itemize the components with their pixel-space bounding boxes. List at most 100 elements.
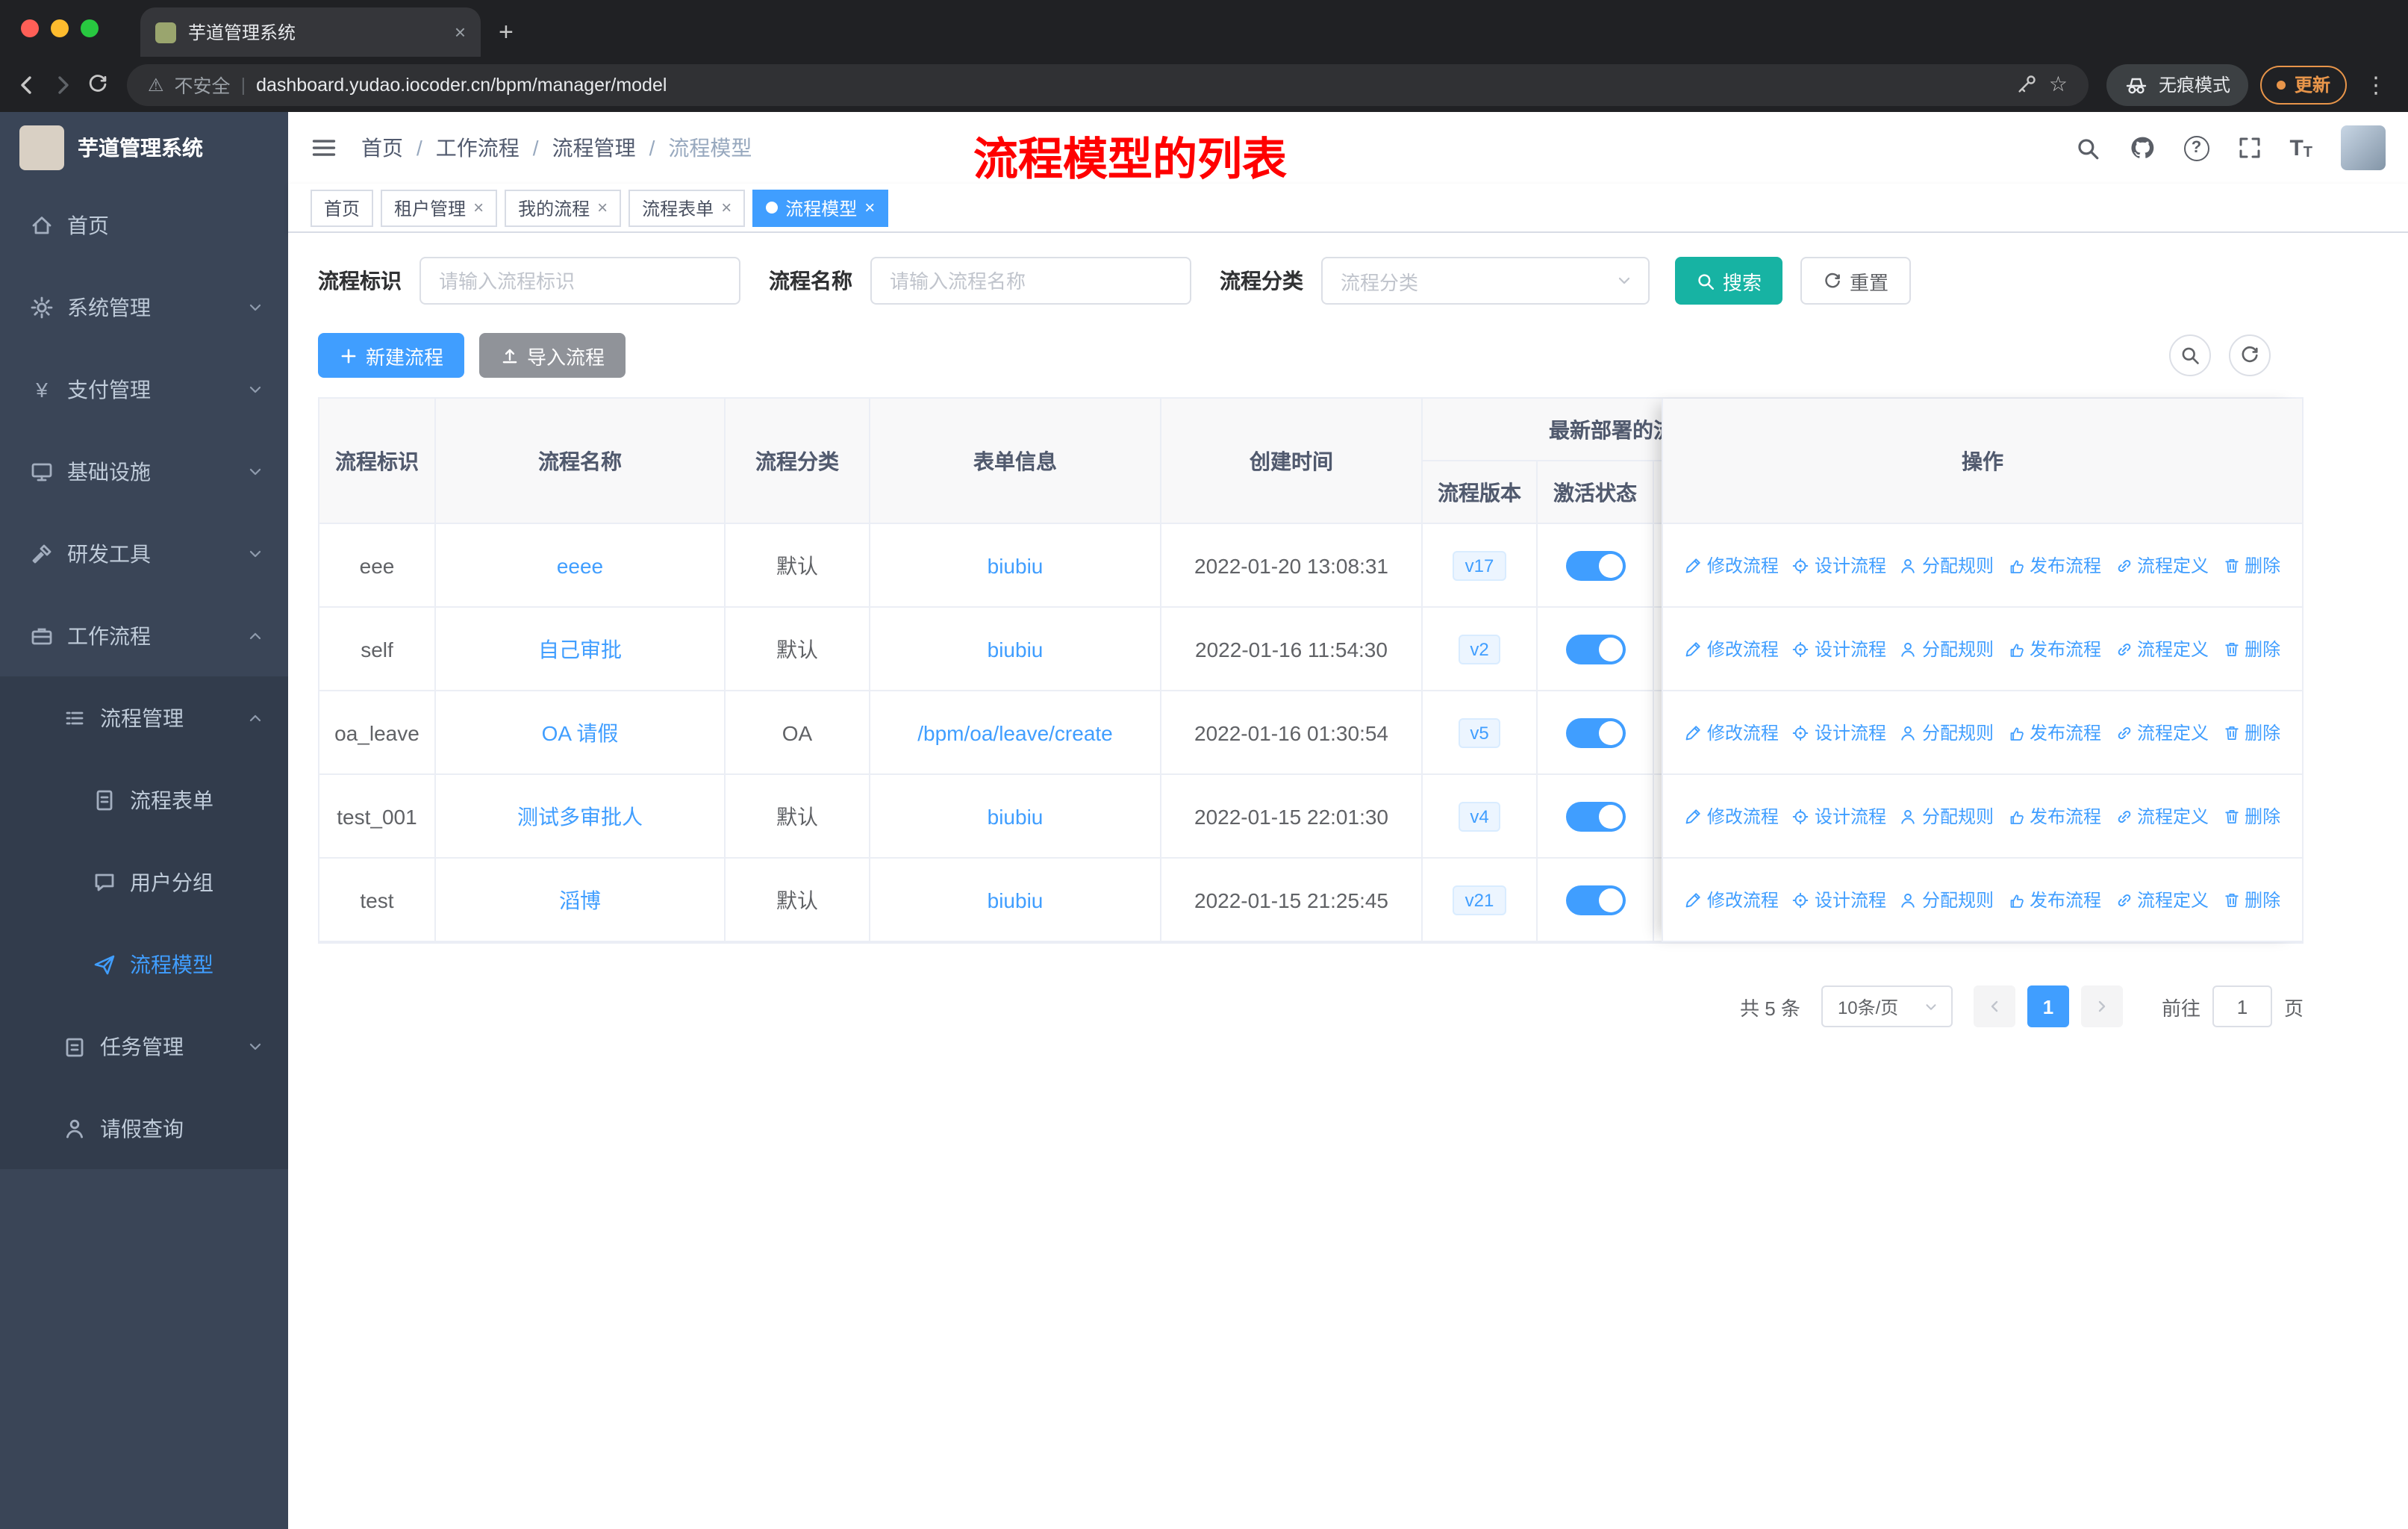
form-link[interactable]: biubiu — [988, 553, 1044, 577]
github-icon[interactable] — [2128, 134, 2155, 161]
form-link[interactable]: biubiu — [988, 804, 1044, 828]
reset-button[interactable]: 重置 — [1800, 257, 1912, 305]
font-size-icon[interactable]: TT — [2289, 135, 2312, 161]
process-definition-link[interactable]: 流程定义 — [2115, 887, 2209, 912]
process-definition-link[interactable]: 流程定义 — [2115, 803, 2209, 829]
minimize-window-button[interactable] — [51, 19, 69, 37]
window-controls[interactable] — [0, 0, 119, 57]
sidebar-item-user-group[interactable]: 用户分组 — [0, 841, 288, 923]
delete-link[interactable]: 删除 — [2222, 720, 2280, 745]
design-process-link[interactable]: 设计流程 — [1792, 803, 1886, 829]
sidebar-collapse-icon[interactable] — [311, 134, 337, 161]
publish-process-link[interactable]: 发布流程 — [2007, 552, 2101, 578]
delete-link[interactable]: 删除 — [2222, 552, 2280, 578]
publish-process-link[interactable]: 发布流程 — [2007, 887, 2101, 912]
sidebar-item-process-management[interactable]: 流程管理 — [0, 676, 288, 759]
create-process-button[interactable]: 新建流程 — [318, 333, 465, 378]
goto-page-input[interactable] — [2212, 985, 2272, 1027]
forward-icon[interactable] — [51, 72, 75, 96]
active-toggle[interactable] — [1565, 885, 1625, 915]
delete-link[interactable]: 删除 — [2222, 803, 2280, 829]
modify-process-link[interactable]: 修改流程 — [1685, 636, 1779, 661]
assign-rule-link[interactable]: 分配规则 — [1900, 552, 1994, 578]
sidebar-item-system[interactable]: 系统管理 — [0, 266, 288, 348]
breadcrumb-workflow[interactable]: 工作流程 — [436, 133, 552, 163]
maximize-window-button[interactable] — [81, 19, 99, 37]
delete-link[interactable]: 删除 — [2222, 887, 2280, 912]
assign-rule-link[interactable]: 分配规则 — [1900, 887, 1994, 912]
form-link[interactable]: biubiu — [988, 888, 1044, 912]
close-icon[interactable]: × — [597, 197, 608, 218]
tag-tenant[interactable]: 租户管理 × — [381, 189, 498, 226]
modify-process-link[interactable]: 修改流程 — [1685, 552, 1779, 578]
model-name-link[interactable]: OA 请假 — [542, 717, 619, 747]
active-toggle[interactable] — [1565, 801, 1625, 831]
reload-icon[interactable] — [87, 73, 109, 96]
tag-process-model[interactable]: 流程模型 × — [752, 189, 889, 226]
category-select[interactable]: 流程分类 — [1321, 257, 1650, 305]
assign-rule-link[interactable]: 分配规则 — [1900, 720, 1994, 745]
publish-process-link[interactable]: 发布流程 — [2007, 636, 2101, 661]
close-window-button[interactable] — [21, 19, 39, 37]
close-icon[interactable]: × — [721, 197, 732, 218]
breadcrumb-home[interactable]: 首页 — [361, 133, 436, 163]
prev-page-button[interactable] — [1973, 985, 2015, 1027]
fullscreen-icon[interactable] — [2237, 136, 2261, 160]
tag-process-form[interactable]: 流程表单 × — [628, 189, 746, 226]
design-process-link[interactable]: 设计流程 — [1792, 887, 1886, 912]
sidebar-item-task-management[interactable]: 任务管理 — [0, 1005, 288, 1087]
design-process-link[interactable]: 设计流程 — [1792, 552, 1886, 578]
update-chrome-button[interactable]: 更新 — [2259, 65, 2347, 104]
design-process-link[interactable]: 设计流程 — [1792, 720, 1886, 745]
process-definition-link[interactable]: 流程定义 — [2115, 720, 2209, 745]
back-icon[interactable] — [15, 72, 39, 96]
show-search-button[interactable] — [2169, 334, 2211, 376]
model-name-link[interactable]: 自己审批 — [538, 634, 622, 664]
process-name-input[interactable] — [870, 257, 1191, 305]
publish-process-link[interactable]: 发布流程 — [2007, 720, 2101, 745]
address-bar[interactable]: ⚠ 不安全 | dashboard.yudao.iocoder.cn/bpm/m… — [127, 63, 2089, 105]
sidebar-item-leave-query[interactable]: 请假查询 — [0, 1087, 288, 1169]
active-toggle[interactable] — [1565, 634, 1625, 664]
page-size-select[interactable]: 10条/页 — [1821, 985, 1953, 1027]
key-icon[interactable] — [2016, 73, 2039, 96]
assign-rule-link[interactable]: 分配规则 — [1900, 636, 1994, 661]
user-avatar[interactable] — [2341, 125, 2386, 170]
import-process-button[interactable]: 导入流程 — [479, 333, 626, 378]
assign-rule-link[interactable]: 分配规则 — [1900, 803, 1994, 829]
form-link[interactable]: /bpm/oa/leave/create — [917, 720, 1113, 744]
publish-process-link[interactable]: 发布流程 — [2007, 803, 2101, 829]
refresh-table-button[interactable] — [2229, 334, 2271, 376]
process-definition-link[interactable]: 流程定义 — [2115, 552, 2209, 578]
tag-my-process[interactable]: 我的流程 × — [505, 189, 622, 226]
process-key-input[interactable] — [419, 257, 740, 305]
close-icon[interactable]: × — [864, 197, 875, 218]
search-icon[interactable] — [2074, 135, 2100, 161]
model-name-link[interactable]: eeee — [557, 553, 603, 577]
bookmark-star-icon[interactable]: ☆ — [2049, 72, 2068, 97]
modify-process-link[interactable]: 修改流程 — [1685, 720, 1779, 745]
close-icon[interactable]: × — [473, 197, 484, 218]
search-button[interactable]: 搜索 — [1675, 257, 1783, 305]
process-definition-link[interactable]: 流程定义 — [2115, 636, 2209, 661]
tag-home[interactable]: 首页 — [311, 189, 374, 226]
new-tab-button[interactable]: + — [499, 18, 514, 48]
modify-process-link[interactable]: 修改流程 — [1685, 887, 1779, 912]
delete-link[interactable]: 删除 — [2222, 636, 2280, 661]
model-name-link[interactable]: 滔博 — [559, 885, 601, 915]
model-name-link[interactable]: 测试多审批人 — [517, 801, 643, 831]
modify-process-link[interactable]: 修改流程 — [1685, 803, 1779, 829]
sidebar-item-workflow[interactable]: 工作流程 — [0, 594, 288, 676]
tab-close-icon[interactable]: × — [455, 21, 466, 43]
sidebar-item-payment[interactable]: ¥ 支付管理 — [0, 348, 288, 430]
breadcrumb-process-management[interactable]: 流程管理 — [552, 133, 669, 163]
sidebar-item-infrastructure[interactable]: 基础设施 — [0, 430, 288, 512]
active-toggle[interactable] — [1565, 550, 1625, 580]
sidebar-item-process-form[interactable]: 流程表单 — [0, 759, 288, 841]
help-icon[interactable]: ? — [2183, 135, 2209, 161]
browser-tab[interactable]: 芋道管理系统 × — [140, 7, 481, 57]
sidebar-item-process-model[interactable]: 流程模型 — [0, 923, 288, 1005]
next-page-button[interactable] — [2080, 985, 2123, 1027]
design-process-link[interactable]: 设计流程 — [1792, 636, 1886, 661]
active-toggle[interactable] — [1565, 717, 1625, 747]
